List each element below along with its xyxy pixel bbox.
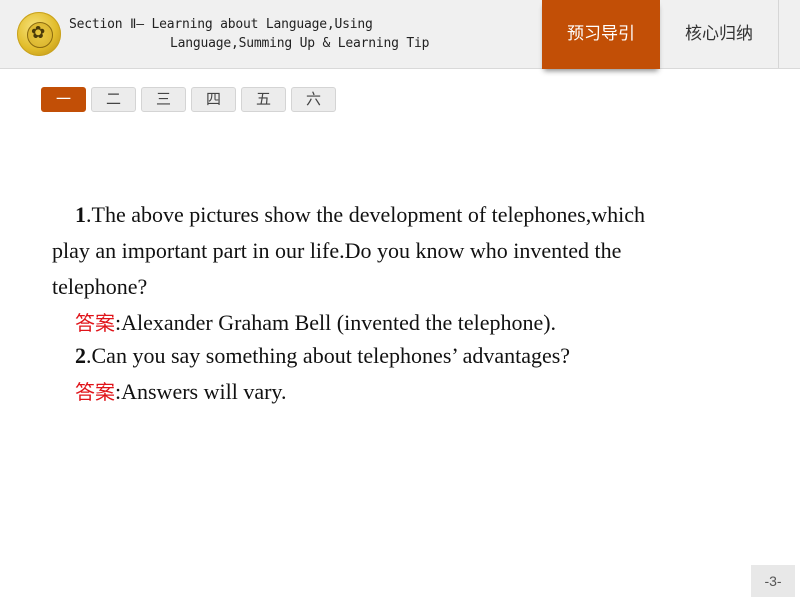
section-nav-item-5[interactable]: 五 <box>241 87 286 112</box>
section-nav-item-1[interactable]: 一 <box>41 87 86 112</box>
answer-2: 答案:Answers will vary. <box>52 374 732 410</box>
answer-1: 答案:Alexander Graham Bell (invented the t… <box>52 305 732 341</box>
question-2: 2.Can you say something about telephones… <box>52 338 732 374</box>
title-line-2: Language,Summing Up & Learning Tip <box>170 36 430 51</box>
title-line-1: Section Ⅱ— Learning about Language,Using <box>69 17 373 32</box>
question-1-line-1: 1.The above pictures show the developmen… <box>52 197 732 233</box>
school-emblem-icon: ✿ <box>17 12 61 56</box>
question-2-number: 2 <box>75 343 86 368</box>
section-nav: 一 二 三 四 五 六 <box>41 87 336 112</box>
section-nav-item-2[interactable]: 二 <box>91 87 136 112</box>
section-nav-item-3[interactable]: 三 <box>141 87 186 112</box>
page-title: Section Ⅱ— Learning about Language,Using… <box>69 15 430 53</box>
answer-1-text: :Alexander Graham Bell (invented the tel… <box>115 310 557 335</box>
question-1-line-2: play an important part in our life.Do yo… <box>52 238 622 263</box>
content-body: 1.The above pictures show the developmen… <box>52 197 732 410</box>
answer-label: 答案 <box>75 311 115 335</box>
page-number: -3- <box>751 565 795 597</box>
question-1-text: .The above pictures show the development… <box>86 202 646 227</box>
tab-preview-guide[interactable]: 预习导引 <box>542 0 660 69</box>
section-nav-item-6[interactable]: 六 <box>291 87 336 112</box>
answer-label: 答案 <box>75 380 115 404</box>
tab-core-summary[interactable]: 核心归纳 <box>660 0 779 68</box>
question-1-number: 1 <box>75 202 86 227</box>
section-nav-item-4[interactable]: 四 <box>191 87 236 112</box>
question-1-line-3: telephone? <box>52 274 148 299</box>
answer-2-text: :Answers will vary. <box>115 379 287 404</box>
question-2-text: .Can you say something about telephones’… <box>86 343 571 368</box>
